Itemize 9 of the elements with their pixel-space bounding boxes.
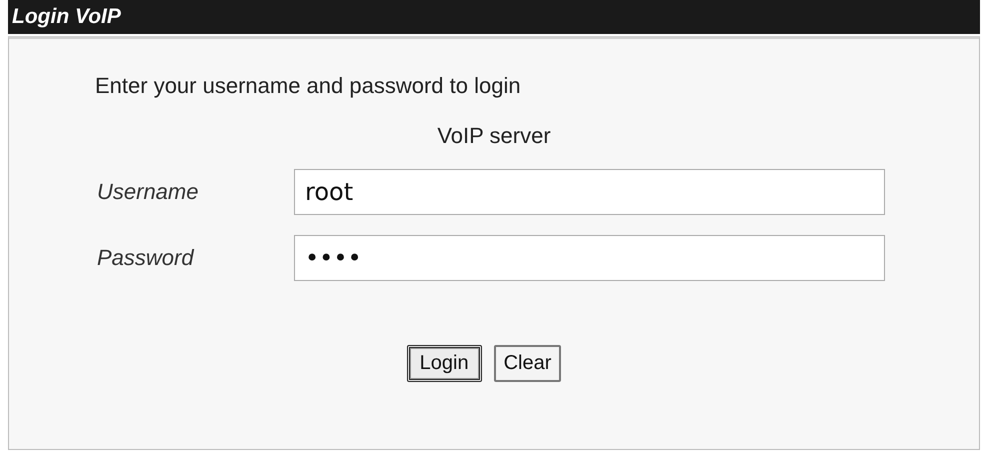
instruction-text: Enter your username and password to login [94, 72, 522, 99]
field-label: Username [97, 179, 200, 205]
input-field[interactable]: •••• [294, 235, 885, 281]
action-button[interactable]: Login [406, 345, 482, 382]
field-label: Password [97, 245, 196, 271]
instruction-text: VoIP server [436, 122, 552, 149]
action-button[interactable]: Clear [494, 345, 562, 382]
input-field[interactable]: root [294, 169, 885, 215]
window-title: Login VoIP [8, 0, 980, 34]
